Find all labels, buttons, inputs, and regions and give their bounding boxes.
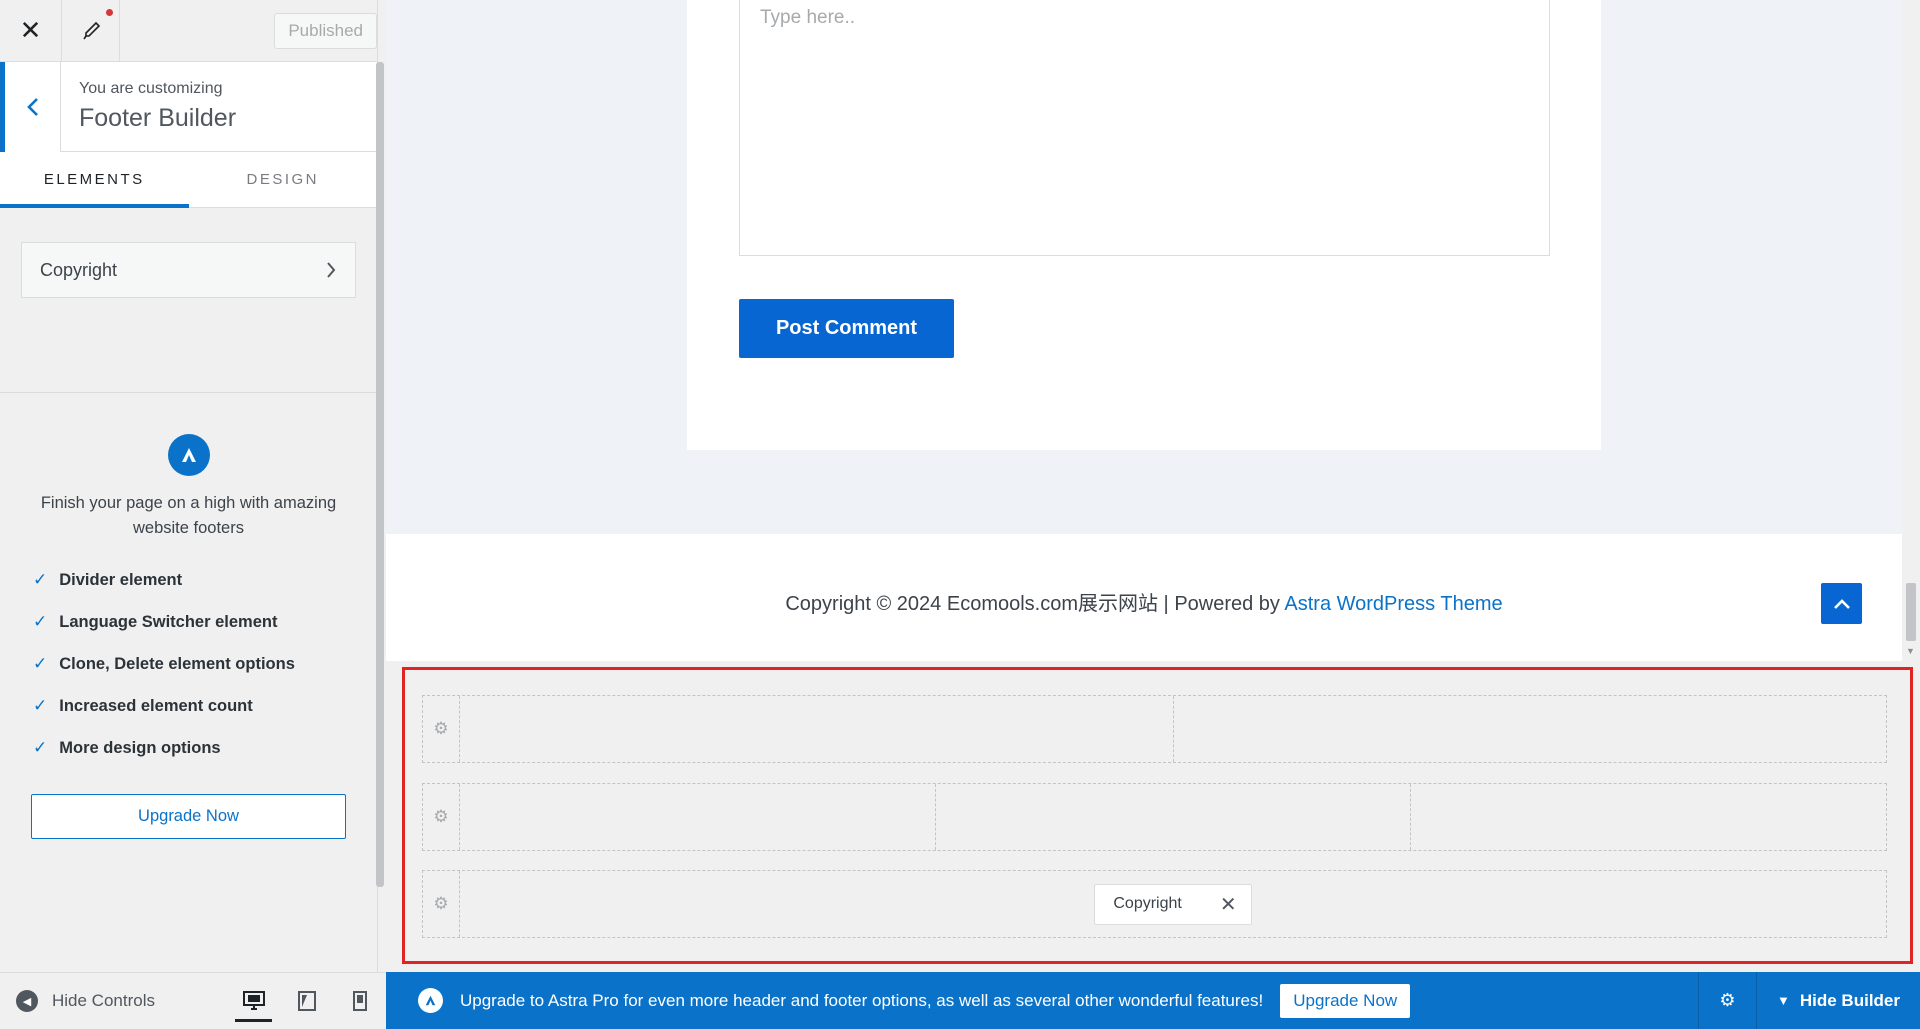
mobile-icon <box>352 991 367 1011</box>
check-icon: ✓ <box>33 612 48 631</box>
chevron-left-icon <box>26 98 38 116</box>
customizer-sidebar: ✕ Published You are customizing Footer B… <box>0 0 386 1029</box>
site-preview: Type here.. Post Comment Copyright © 202… <box>386 0 1920 1029</box>
preview-changes-button[interactable] <box>62 0 120 62</box>
close-icon[interactable]: ✕ <box>1220 892 1237 917</box>
preview-mobile-button[interactable] <box>333 973 386 1029</box>
hide-controls-button[interactable]: ◀ Hide Controls <box>0 990 155 1012</box>
promo-message: Upgrade to Astra Pro for even more heade… <box>460 990 1264 1010</box>
sidebar-scrollbar[interactable] <box>376 62 384 887</box>
publish-button[interactable]: Published <box>274 12 377 49</box>
close-customizer-button[interactable]: ✕ <box>0 0 62 62</box>
upgrade-promo-bar: Upgrade to Astra Pro for even more heade… <box>386 972 1920 1029</box>
builder-row-below: ⚙ Copyright ✕ <box>422 870 1887 938</box>
preview-desktop-button[interactable] <box>227 973 280 1029</box>
footer-copyright-text: Copyright © 2024 Ecomools.com展示网站 | Powe… <box>785 593 1503 615</box>
copyright-chip[interactable]: Copyright ✕ <box>1094 883 1252 925</box>
upgrade-now-bar-button[interactable]: Upgrade Now <box>1280 983 1411 1018</box>
footer-builder-area: ⚙ ⚙ ⚙ Copyright ✕ <box>402 667 1913 964</box>
article-content: Type here.. Post Comment <box>687 0 1601 450</box>
close-icon: ✕ <box>19 15 42 45</box>
customizer-topbar: ✕ Published <box>0 0 377 62</box>
feature-list: ✓ Divider element ✓ Language Switcher elem… <box>0 559 377 769</box>
preview-tablet-button[interactable] <box>280 973 333 1029</box>
customizing-label: You are customizing <box>79 80 223 97</box>
sidebar-footer: ◀ Hide Controls <box>0 972 386 1029</box>
preview-scrollbar[interactable]: ▼ <box>1902 0 1920 661</box>
chip-label: Copyright <box>1113 895 1182 912</box>
element-item-copyright[interactable]: Copyright <box>21 242 356 298</box>
comment-textarea[interactable]: Type here.. <box>739 0 1550 256</box>
preview-frame: Type here.. Post Comment Copyright © 202… <box>386 0 1902 661</box>
builder-column[interactable] <box>1411 784 1887 850</box>
panel-title: Footer Builder <box>79 104 237 132</box>
builder-row-primary: ⚙ <box>422 783 1887 851</box>
circle-left-icon: ◀ <box>16 990 38 1012</box>
check-icon: ✓ <box>33 696 48 715</box>
list-item: ✓ More design options <box>33 738 221 757</box>
hide-controls-label: Hide Controls <box>52 991 155 1010</box>
element-item-label: Copyright <box>40 259 118 280</box>
scroll-down-icon[interactable]: ▼ <box>1906 646 1915 656</box>
site-footer: Copyright © 2024 Ecomools.com展示网站 | Powe… <box>386 534 1902 661</box>
check-icon: ✓ <box>33 738 48 757</box>
list-item: ✓ Increased element count <box>33 696 253 715</box>
gear-icon[interactable]: ⚙ <box>423 784 460 850</box>
pro-promo: Finish your page on a high with amazing … <box>0 393 377 839</box>
builder-settings-button[interactable]: ⚙ <box>1698 972 1756 1029</box>
chevron-down-icon: ▼ <box>1777 993 1790 1008</box>
hide-builder-button[interactable]: ▼ Hide Builder <box>1756 972 1920 1029</box>
check-icon: ✓ <box>33 654 48 673</box>
arrow-up-icon <box>1833 598 1850 609</box>
astra-logo-icon <box>167 434 210 476</box>
tab-design[interactable]: DESIGN <box>189 152 378 207</box>
astra-logo-icon <box>418 988 443 1013</box>
gear-icon[interactable]: ⚙ <box>423 871 460 937</box>
builder-column[interactable] <box>460 784 936 850</box>
chevron-right-icon <box>327 262 336 278</box>
builder-column[interactable] <box>460 696 1174 762</box>
list-item: ✓ Clone, Delete element options <box>33 654 295 673</box>
tab-elements[interactable]: ELEMENTS <box>0 152 189 208</box>
list-item: ✓ Language Switcher element <box>33 612 278 631</box>
gear-icon: ⚙ <box>1719 990 1736 1010</box>
hide-builder-label: Hide Builder <box>1799 990 1900 1010</box>
post-comment-button[interactable]: Post Comment <box>739 299 954 358</box>
promo-text: Finish your page on a high with amazing … <box>40 494 337 537</box>
astra-theme-link[interactable]: Astra WordPress Theme <box>1284 593 1502 615</box>
builder-column[interactable] <box>935 784 1412 850</box>
check-icon: ✓ <box>33 570 48 589</box>
upgrade-now-button[interactable]: Upgrade Now <box>31 794 346 839</box>
list-item: ✓ Divider element <box>33 570 183 589</box>
device-switcher <box>227 973 386 1029</box>
unsaved-indicator <box>106 8 113 16</box>
back-button[interactable] <box>0 62 61 152</box>
builder-row-above: ⚙ <box>422 695 1887 763</box>
builder-column[interactable] <box>1173 696 1886 762</box>
preview-scrollbar-thumb[interactable] <box>1906 583 1916 641</box>
brush-icon <box>82 21 100 39</box>
tablet-icon <box>297 991 316 1011</box>
builder-column[interactable]: Copyright ✕ <box>460 871 1886 937</box>
builder-tabs: ELEMENTS DESIGN <box>0 152 377 208</box>
gear-icon[interactable]: ⚙ <box>423 696 460 762</box>
elements-section: Copyright <box>0 208 377 393</box>
desktop-icon <box>242 991 265 1010</box>
customizing-header: You are customizing Footer Builder <box>0 62 377 152</box>
scroll-to-top-button[interactable] <box>1821 583 1862 624</box>
